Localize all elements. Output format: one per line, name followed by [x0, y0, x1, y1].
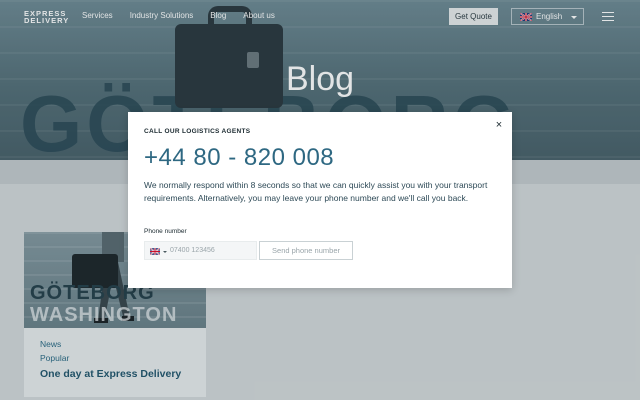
phone-input-group	[144, 241, 257, 260]
modal-heading: CALL OUR LOGISTICS AGENTS	[144, 128, 251, 135]
phone-field-label: Phone number	[144, 228, 187, 235]
chevron-down-icon[interactable]	[163, 251, 167, 253]
call-agents-modal: × CALL OUR LOGISTICS AGENTS +44 80 - 820…	[128, 112, 512, 288]
uk-flag-icon[interactable]	[150, 248, 160, 255]
send-phone-number-button[interactable]: Send phone number	[259, 241, 353, 260]
modal-description: We normally respond within 8 seconds so …	[144, 180, 488, 203]
phone-number-link[interactable]: +44 80 - 820 008	[144, 144, 334, 172]
phone-number-input[interactable]	[170, 242, 256, 259]
close-icon[interactable]: ×	[494, 120, 504, 131]
